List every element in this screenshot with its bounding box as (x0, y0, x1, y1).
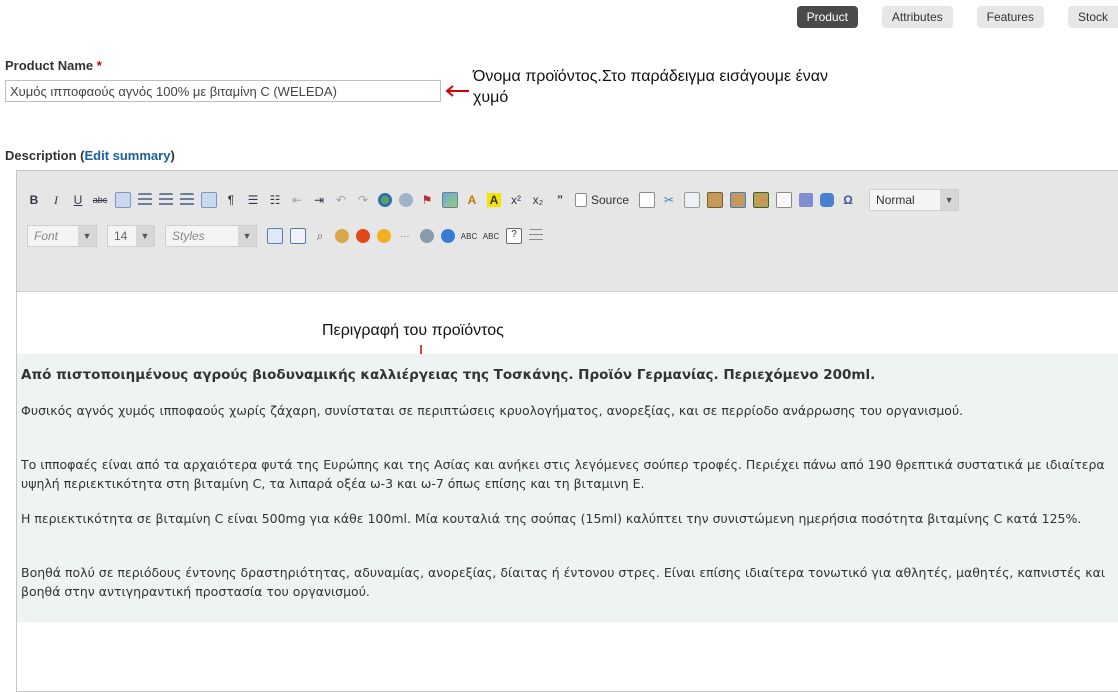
styles-select[interactable]: Styles ▼ (165, 225, 257, 247)
underline-button[interactable]: U (71, 193, 85, 207)
font-size-select[interactable]: 14 ▼ (107, 225, 155, 247)
iframe-icon[interactable] (290, 228, 306, 244)
font-select-value: Font (34, 229, 59, 243)
product-name-label-text: Product Name (5, 58, 94, 73)
tab-product[interactable]: Product (796, 6, 858, 28)
description-label-text: Description (5, 148, 77, 163)
description-text-block: Από πιστοποιημένους αγρούς βιοδυναμικής … (17, 354, 1118, 622)
annotation-arrow-left-icon (445, 85, 469, 97)
description-paragraph: Το ιπποφαές είναι από τα αρχαιότερα φυτά… (21, 457, 1105, 491)
rtl-icon[interactable]: ¶ (224, 193, 238, 207)
tab-features[interactable]: Features (976, 6, 1044, 28)
text-color-icon[interactable]: A (465, 193, 479, 207)
product-name-input[interactable] (5, 80, 441, 102)
image-icon[interactable] (442, 192, 458, 208)
cut-icon[interactable]: ✂ (662, 193, 676, 207)
font-size-value: 14 (114, 229, 128, 243)
bulleted-list-icon[interactable]: ☰ (246, 193, 260, 207)
copy-icon[interactable] (684, 192, 701, 208)
subscript-icon[interactable]: x₂ (531, 193, 545, 207)
remove-format-icon[interactable] (799, 193, 814, 207)
toolbar-row-2: Font ▼ 14 ▼ Styles ▼ ⌕ ⋯ ABC ABC ? (27, 225, 550, 247)
description-label: Description (Edit summary) (5, 148, 175, 163)
table-icon[interactable] (267, 228, 283, 244)
font-select[interactable]: Font ▼ (27, 225, 97, 247)
link-icon[interactable] (378, 193, 392, 207)
format-select-value: Normal (876, 193, 915, 207)
edit-summary-link[interactable]: Edit summary (84, 148, 170, 163)
description-paragraph: Βοηθά πολύ σε περιόδους έντονης δραστηρι… (21, 565, 1106, 599)
source-label: Source (591, 193, 630, 207)
editor-content-area[interactable]: Περιγραφή του προϊόντος Από πιστοποιημέν… (17, 292, 1118, 691)
source-icon (575, 193, 587, 207)
smiley-icon[interactable] (377, 229, 391, 243)
description-annotation: Περιγραφή του προϊόντος (322, 322, 504, 339)
superscript-icon[interactable]: x² (509, 193, 523, 207)
description-paragraph: Φυσικός αγνός χυμός ιπποφαούς χωρίς ζάχα… (21, 403, 964, 418)
ltr-icon[interactable] (201, 192, 217, 208)
tab-bar: Product Attributes Features Stock (773, 6, 1118, 28)
paste-text-icon[interactable] (730, 192, 747, 208)
find-icon[interactable]: ⌕ (313, 229, 327, 243)
toolbar-row-1: B I U abc ¶ ☰ ☷ ⇤ ⇥ ↶ ↷ ⚑ A A x² x₂ ” So… (27, 189, 969, 211)
flash-icon[interactable] (356, 229, 370, 243)
source-button[interactable]: Source (575, 193, 629, 207)
indent-icon[interactable]: ⇥ (312, 193, 326, 207)
paste-word-icon[interactable] (753, 192, 770, 208)
chevron-down-icon: ▼ (78, 226, 96, 246)
align-left-icon[interactable] (115, 192, 131, 208)
italic-button[interactable]: I (49, 193, 63, 207)
required-mark: * (96, 58, 102, 73)
product-name-label: Product Name * (5, 58, 102, 73)
eraser-icon[interactable] (820, 193, 835, 207)
background-color-icon[interactable]: A (487, 193, 501, 207)
scayt-icon[interactable]: ABC (483, 229, 499, 243)
outdent-icon[interactable]: ⇤ (290, 193, 304, 207)
page-break-icon[interactable]: ⋯ (398, 229, 412, 243)
new-page-icon[interactable] (639, 192, 656, 208)
help-icon[interactable]: ? (506, 228, 522, 244)
styles-select-value: Styles (172, 229, 205, 243)
strikethrough-button[interactable]: abc (93, 193, 108, 207)
format-select[interactable]: Normal ▼ (869, 189, 960, 211)
bold-button[interactable]: B (27, 193, 41, 207)
align-center-icon[interactable] (138, 193, 152, 207)
redo-icon[interactable]: ↷ (356, 193, 370, 207)
anchor-flag-icon[interactable]: ⚑ (420, 193, 434, 207)
undo-icon[interactable]: ↶ (334, 193, 348, 207)
rich-text-editor: B I U abc ¶ ☰ ☷ ⇤ ⇥ ↶ ↷ ⚑ A A x² x₂ ” So… (16, 170, 1118, 692)
preview-icon[interactable] (776, 192, 793, 208)
form-icon[interactable] (420, 229, 434, 243)
product-name-annotation: Όνομα προϊόντος.Στο παράδειγμα εισάγουμε… (473, 68, 828, 106)
description-paragraph: Η περιεκτικότητα σε βιταμίνη C είναι 500… (21, 511, 1082, 526)
description-lead: Από πιστοποιημένους αγρούς βιοδυναμικής … (21, 367, 876, 383)
tab-stock[interactable]: Stock (1067, 6, 1118, 28)
chevron-down-icon: ▼ (940, 190, 959, 210)
editor-toolbar: B I U abc ¶ ☰ ☷ ⇤ ⇥ ↶ ↷ ⚑ A A x² x₂ ” So… (17, 171, 1118, 292)
chevron-down-icon: ▼ (136, 226, 154, 246)
unlink-icon[interactable] (399, 193, 413, 207)
paste-icon[interactable] (707, 192, 724, 208)
tab-attributes[interactable]: Attributes (881, 6, 953, 28)
about-icon[interactable] (529, 229, 543, 243)
global-icon[interactable] (441, 229, 455, 243)
align-right-icon[interactable] (159, 193, 173, 207)
cropped-annotation-text (180, 0, 880, 4)
spellcheck-icon[interactable]: ABC (461, 229, 477, 243)
align-justify-icon[interactable] (180, 193, 194, 207)
numbered-list-icon[interactable]: ☷ (268, 193, 282, 207)
replace-icon[interactable] (335, 229, 349, 243)
blockquote-icon[interactable]: ” (553, 193, 567, 207)
chevron-down-icon: ▼ (238, 226, 256, 246)
special-char-icon[interactable]: Ω (841, 193, 855, 207)
